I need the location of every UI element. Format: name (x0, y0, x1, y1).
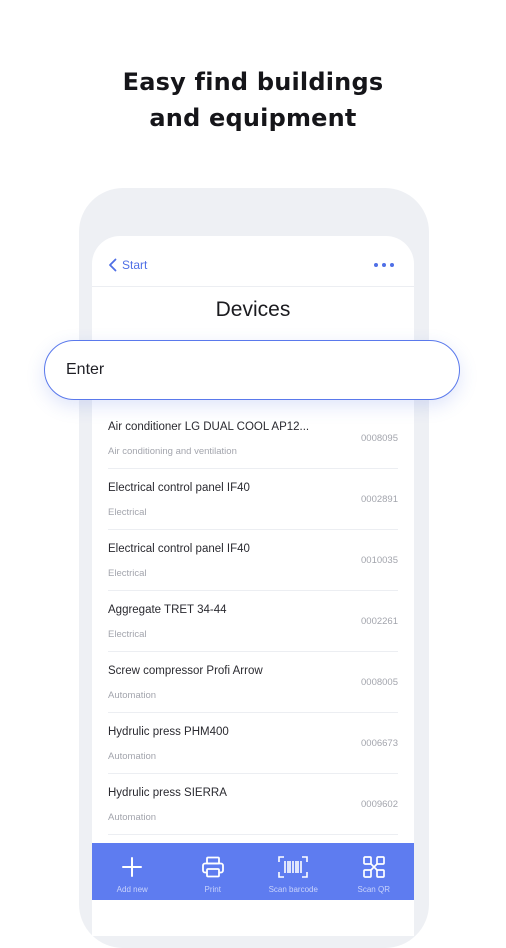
chevron-left-icon (108, 258, 117, 272)
page-title: Devices (215, 298, 291, 321)
device-category: Electrical (108, 507, 147, 518)
device-code: 0008005 (361, 677, 398, 688)
device-row[interactable]: Hydrulic press PHM400 Automation 0006673 (108, 713, 398, 774)
device-name: Electrical control panel IF40 (108, 543, 250, 555)
headline-line-1: Easy find buildings (122, 68, 384, 96)
nav-divider (92, 286, 414, 287)
device-row[interactable]: Screw compressor Profi Arrow Automation … (108, 652, 398, 713)
device-code: 0006673 (361, 738, 398, 749)
device-code: 0008095 (361, 433, 398, 444)
print-button[interactable]: Print (173, 843, 254, 900)
scan-barcode-label: Scan barcode (268, 885, 318, 894)
headline-line-2: and equipment (149, 104, 357, 132)
device-row[interactable]: Hydrulic press SIERRA Automation 0009602 (108, 774, 398, 835)
device-name: Hydrulic press PHM400 (108, 726, 229, 738)
scan-qr-button[interactable]: Scan QR (334, 843, 415, 900)
device-name: Electrical control panel IF40 (108, 482, 250, 494)
add-new-label: Add new (116, 885, 148, 894)
back-button[interactable]: Start (108, 256, 147, 274)
scan-barcode-button[interactable]: Scan barcode (253, 843, 334, 900)
qr-icon (362, 854, 386, 880)
add-new-button[interactable]: Add new (92, 843, 173, 900)
device-category: Automation (108, 690, 157, 701)
device-list: Air conditioner LG DUAL COOL AP12... Air… (92, 408, 414, 835)
barcode-icon (278, 854, 309, 880)
device-name: Aggregate TRET 34-44 (108, 604, 227, 616)
promo-headline: Easy find buildings and equipment (0, 64, 506, 136)
device-category: Automation (108, 751, 157, 762)
device-category: Electrical (108, 629, 147, 640)
device-row[interactable]: Electrical control panel IF40 Electrical… (108, 469, 398, 530)
device-name: Hydrulic press SIERRA (108, 787, 227, 799)
device-category: Air conditioning and ventilation (108, 446, 237, 457)
print-label: Print (204, 885, 221, 894)
search-placeholder: Enter (66, 361, 105, 378)
device-name: Screw compressor Profi Arrow (108, 665, 263, 677)
more-dots-icon[interactable] (374, 258, 394, 272)
scan-qr-label: Scan QR (357, 885, 390, 894)
device-code: 0002891 (361, 494, 398, 505)
plus-icon (121, 854, 143, 880)
search-input[interactable]: Enter (44, 340, 460, 400)
device-row[interactable]: Electrical control panel IF40 Electrical… (108, 530, 398, 591)
device-row[interactable]: Air conditioner LG DUAL COOL AP12... Air… (108, 408, 398, 469)
device-category: Electrical (108, 568, 147, 579)
device-code: 0009602 (361, 799, 398, 810)
device-name: Air conditioner LG DUAL COOL AP12... (108, 421, 310, 433)
device-row[interactable]: Aggregate TRET 34-44 Electrical 0002261 (108, 591, 398, 652)
device-category: Automation (108, 812, 157, 823)
bottom-toolbar: Add new Print Scan barcode Scan QR (92, 843, 414, 900)
back-label: Start (122, 258, 148, 272)
device-code: 0010035 (361, 555, 398, 566)
printer-icon (201, 854, 225, 880)
device-code: 0002261 (361, 616, 398, 627)
